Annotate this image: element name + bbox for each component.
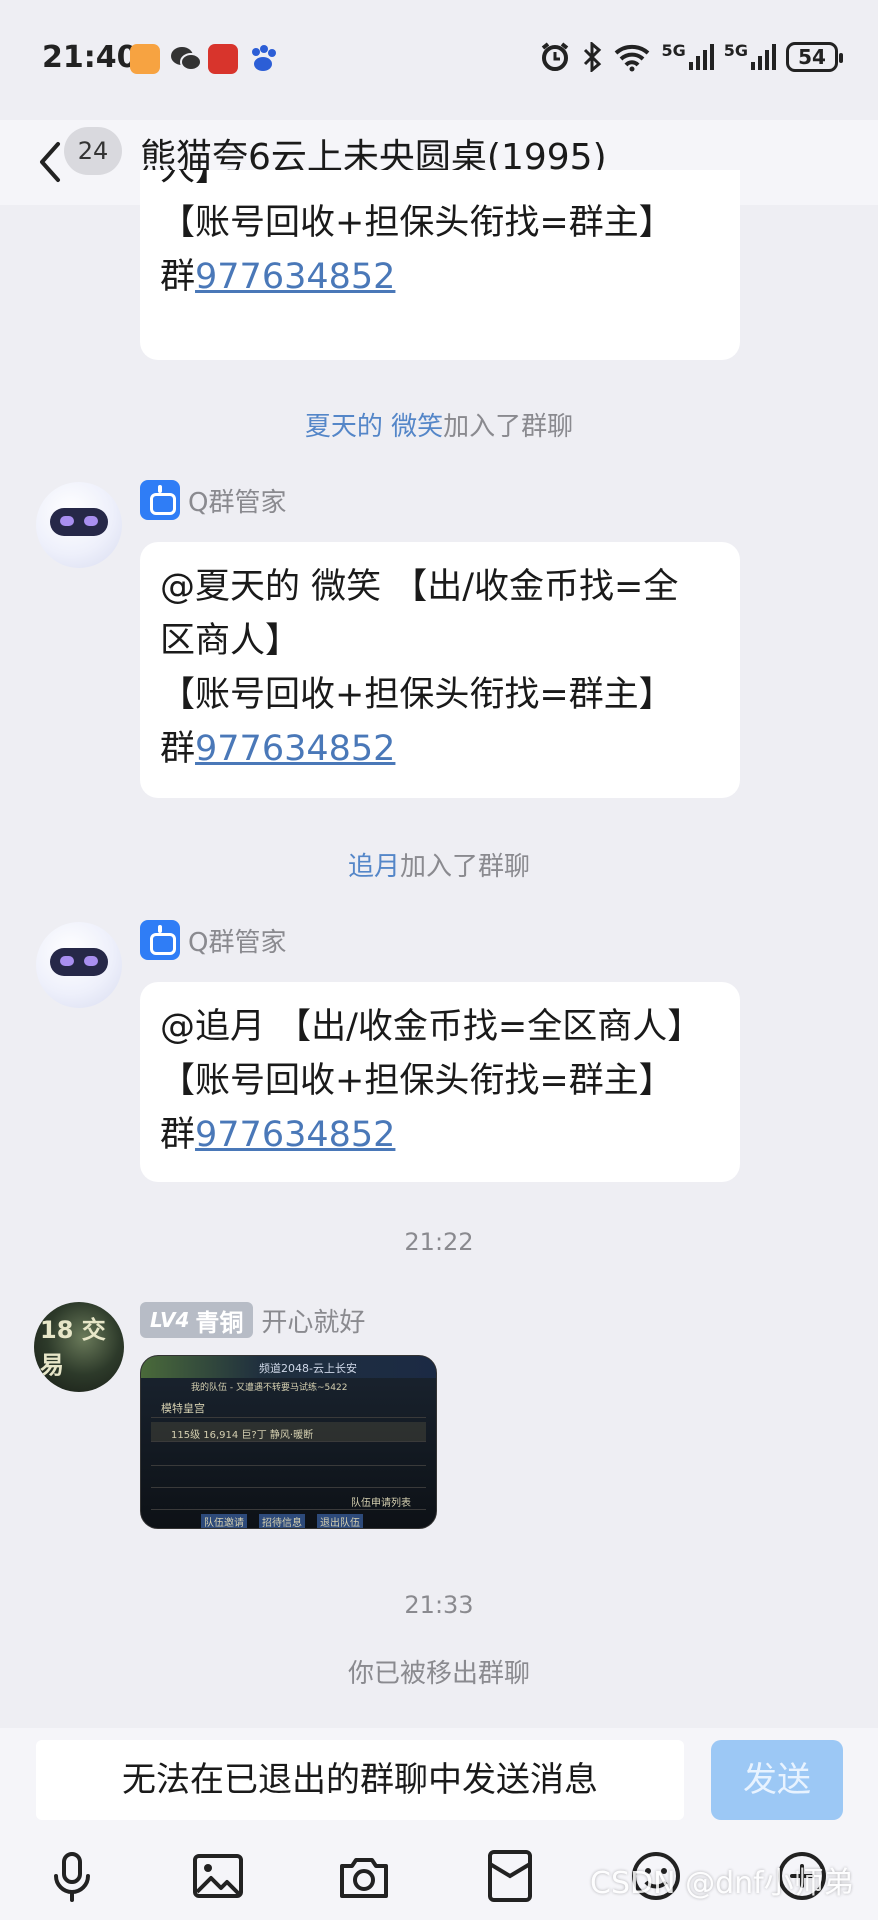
timestamp: 21:33 [404, 1591, 474, 1619]
sender-name: 开心就好 [261, 1307, 366, 1338]
group-number-link[interactable]: 977634852 [195, 1115, 395, 1155]
image-text: 我的队伍 - 又遭遇不转要马试练~5422 [191, 1383, 348, 1393]
send-button[interactable]: 发送 [711, 1740, 843, 1820]
unread-count-badge[interactable]: 24 [64, 127, 122, 175]
member-name-link[interactable]: 追月 [348, 852, 400, 882]
baidu-paw-icon [248, 44, 278, 74]
message-line: 【账号回收+担保头衔找=群主】 [160, 203, 674, 243]
status-bar: 21:40 5G 5G 54 [0, 0, 878, 120]
signal-icon [688, 44, 714, 70]
member-name-link[interactable]: 夏天的 微笑 [305, 412, 443, 442]
avatar-text: 18 交易 [40, 1316, 106, 1379]
group-label: 群 [160, 1115, 196, 1155]
status-time: 21:40 [42, 40, 138, 75]
status-right: 5G 5G 54 [539, 40, 843, 72]
message-bubble: 人】 【账号回收+担保头衔找=群主】 群977634852 [140, 170, 740, 360]
group-label: 群 [160, 257, 196, 297]
wechat-icon [170, 44, 202, 74]
image-text: 队伍申请列表 [351, 1498, 411, 1509]
image-text: 队伍邀请 [201, 1514, 247, 1528]
taobao-app-icon [130, 44, 160, 74]
join-text: 加入了群聊 [400, 852, 531, 882]
alarm-icon [542, 42, 569, 71]
bot-avatar[interactable] [36, 482, 122, 568]
sender-row: LV4 青铜 开心就好 [140, 1300, 365, 1340]
message-line: 人】 [160, 170, 720, 196]
system-message: 夏天的 微笑加入了群聊 [0, 406, 878, 443]
sender-name: Q群管家 [188, 927, 287, 958]
robot-icon [140, 920, 180, 960]
sender-row: Q群管家 [140, 920, 286, 960]
sender-name: Q群管家 [188, 487, 287, 518]
robot-icon [140, 480, 180, 520]
message-line: 群977634852 [160, 250, 720, 304]
back-arrow-icon[interactable] [30, 132, 70, 192]
message-bubble: @夏天的 微笑 【出/收金币找=全 区商人】 【账号回收+担保头衔找=群主】 群… [140, 542, 740, 798]
level-badge: LV4 青铜 [140, 1302, 254, 1338]
bluetooth-icon [584, 42, 602, 72]
user-avatar[interactable]: 18 交易 [34, 1302, 124, 1392]
message-line: 【账号回收+担保头衔找=群主】 [160, 675, 674, 715]
removed-notice: 你已被移出群聊 [347, 1659, 530, 1689]
timestamp: 21:22 [404, 1228, 474, 1256]
image-text: 退出队伍 [317, 1514, 363, 1528]
rank-title: 青铜 [195, 1308, 244, 1337]
camera-icon[interactable] [336, 1848, 392, 1904]
group-number-link[interactable]: 977634852 [195, 729, 395, 769]
system-message: 追月加入了群聊 [0, 846, 878, 883]
image-text: 115级 16,914 巨?丁 静风·暖断 [171, 1430, 314, 1441]
group-label: 群 [160, 729, 196, 769]
message-line: 群977634852 [160, 722, 720, 776]
signal-label-2: 5G [723, 40, 748, 60]
message-line: @追月 【出/收金币找=全区商人】 [160, 1007, 703, 1047]
message-bubble: @追月 【出/收金币找=全区商人】 【账号回收+担保头衔找=群主】 群97763… [140, 982, 740, 1182]
image-text: 频道2048-云上长安 [259, 1362, 357, 1375]
shared-screenshot-image[interactable]: 频道2048-云上长安 我的队伍 - 又遭遇不转要马试练~5422 模特皇宫 1… [140, 1355, 437, 1529]
group-number-link[interactable]: 977634852 [195, 257, 395, 297]
image-text: 招待信息 [259, 1514, 305, 1528]
bot-avatar[interactable] [36, 922, 122, 1008]
game-app-icon [208, 44, 238, 74]
message-line: 群977634852 [160, 1108, 720, 1162]
message-input[interactable]: 无法在已退出的群聊中发送消息 [36, 1740, 684, 1820]
signal-icon-2 [751, 44, 776, 70]
wifi-icon [615, 44, 650, 72]
join-text: 加入了群聊 [443, 412, 574, 442]
watermark: CSDN @dnf小师弟 [590, 1866, 854, 1901]
image-icon[interactable] [190, 1848, 246, 1904]
message-line: @夏天的 微笑 【出/收金币找=全 [160, 567, 679, 607]
message-line: 【账号回收+担保头衔找=群主】 [160, 1061, 674, 1101]
microphone-icon[interactable] [44, 1848, 100, 1904]
red-packet-icon[interactable] [482, 1848, 538, 1904]
signal-label-1: 5G [661, 40, 686, 60]
sender-row: Q群管家 [140, 480, 286, 520]
message-line: 区商人】 [160, 621, 301, 661]
level-value: LV4 [150, 1308, 190, 1332]
battery-indicator: 54 [786, 42, 843, 72]
image-text: 模特皇宫 [161, 1402, 205, 1415]
